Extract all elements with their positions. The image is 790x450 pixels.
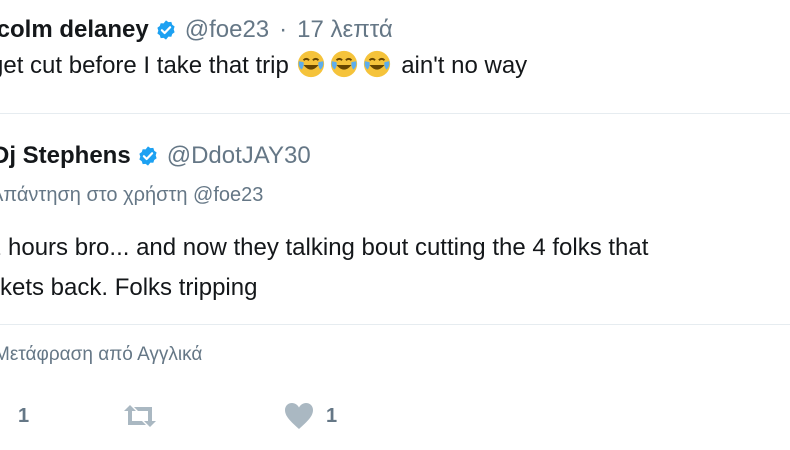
face-with-tears-of-joy-icon xyxy=(363,50,390,78)
reply-tweet-header: Dj Stephens @DdotJAY30 xyxy=(0,138,790,174)
reply-handle[interactable]: @DdotJAY30 xyxy=(167,142,311,170)
parent-handle[interactable]: @foe23 xyxy=(185,16,269,44)
parent-tweet-text: get cut before I take that trip ain't no… xyxy=(0,48,790,84)
tweet-thread: lcolm delaney @foe23 · 17 λεπτά get cut … xyxy=(0,0,790,450)
parent-tweet[interactable]: lcolm delaney @foe23 · 17 λεπτά get cut … xyxy=(0,12,790,84)
replying-to-label: Απάντηση στο χρήστη xyxy=(0,184,188,206)
like-button[interactable]: 1 xyxy=(284,396,337,436)
parent-timestamp[interactable]: 17 λεπτά xyxy=(297,16,393,44)
parent-text-before: get cut before I take that trip xyxy=(0,52,289,79)
tweet-actions: 1 1 xyxy=(0,396,790,436)
verified-badge-icon xyxy=(139,146,157,166)
tweet-divider xyxy=(0,113,790,114)
reply-button[interactable]: 1 xyxy=(10,396,29,436)
parent-text-after: ain't no way xyxy=(401,52,528,79)
reply-tweet-text: 2 hours bro... and now they talking bout… xyxy=(0,228,648,308)
face-with-tears-of-joy-icon xyxy=(297,50,324,78)
retweet-icon xyxy=(124,405,156,427)
header-separator: · xyxy=(279,16,288,43)
retweet-button[interactable] xyxy=(120,396,172,436)
heart-icon xyxy=(285,403,313,429)
replying-to-line: Απάντηση στο χρήστη @foe23 xyxy=(0,184,263,207)
parent-display-name[interactable]: lcolm delaney xyxy=(0,16,149,44)
reply-tweet[interactable]: Dj Stephens @DdotJAY30 xyxy=(0,138,790,174)
content-divider xyxy=(0,324,790,325)
emoji-group xyxy=(296,50,402,79)
replying-to-handle-link[interactable]: @foe23 xyxy=(193,184,263,206)
like-count: 1 xyxy=(326,404,338,427)
reply-display-name[interactable]: Dj Stephens xyxy=(0,142,131,170)
verified-badge-icon xyxy=(157,20,175,40)
reply-text-line-1: 2 hours bro... and now they talking bout… xyxy=(0,234,649,261)
face-with-tears-of-joy-icon xyxy=(330,50,357,78)
reply-count: 1 xyxy=(18,404,30,427)
reply-text-line-2: ckets back. Folks tripping xyxy=(0,274,258,301)
translate-link[interactable]: Μετάφραση από Αγγλικά xyxy=(0,344,202,366)
parent-tweet-header: lcolm delaney @foe23 · 17 λεπτά xyxy=(0,12,790,48)
